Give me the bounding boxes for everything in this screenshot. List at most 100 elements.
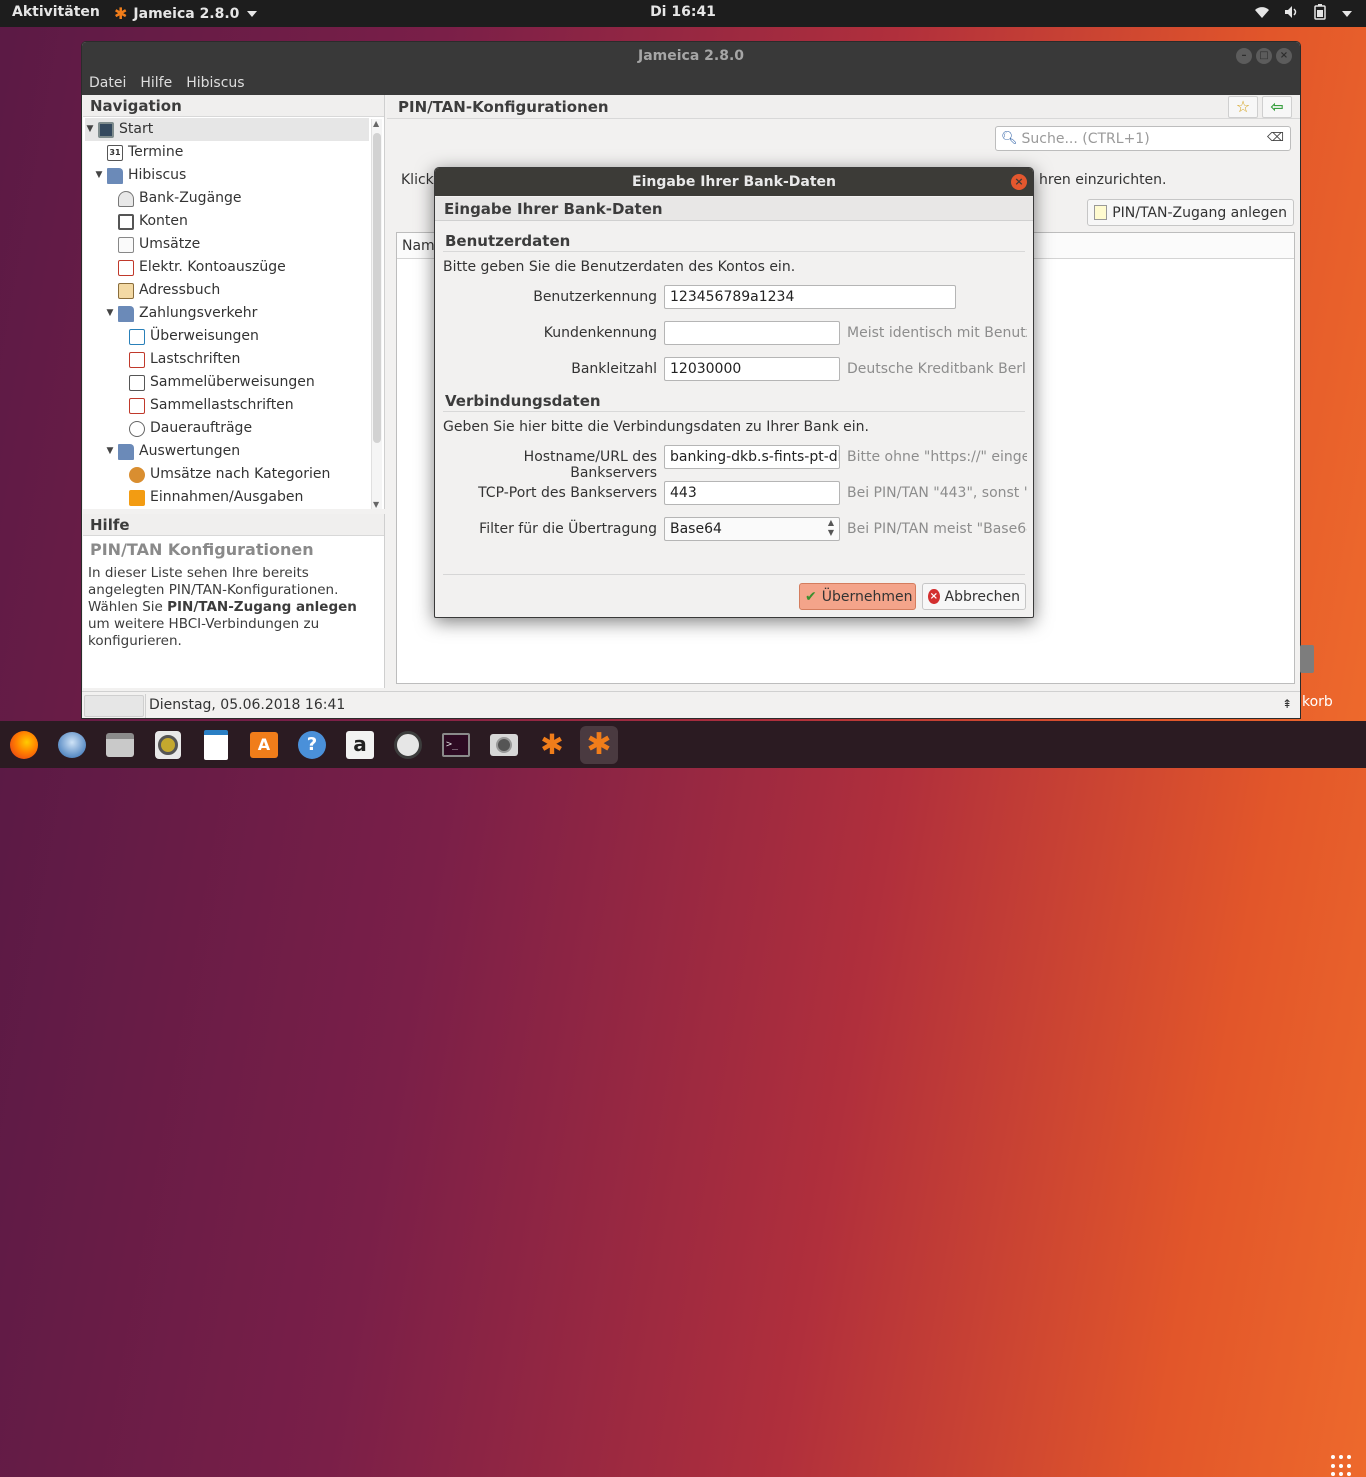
select-arrows-icon: ▲ ▼ xyxy=(827,518,834,537)
dock-software-store[interactable]: A xyxy=(245,726,283,764)
dialog-close-icon[interactable]: × xyxy=(1011,174,1027,190)
expander-icon[interactable]: ▼ xyxy=(94,164,104,187)
close-icon[interactable]: × xyxy=(1276,48,1292,64)
trash-icon[interactable] xyxy=(1298,645,1316,685)
section-title-user: Benutzerdaten xyxy=(445,232,571,250)
minimize-icon[interactable]: – xyxy=(1236,48,1252,64)
sidebar-item-konten[interactable]: Konten xyxy=(118,210,369,233)
hint-blz: Deutsche Kreditbank Berlin xyxy=(847,361,1027,377)
host-input[interactable]: banking-dkb.s-fints-pt-dkb xyxy=(664,445,840,469)
dock-firefox[interactable] xyxy=(5,726,43,764)
activities-button[interactable]: Aktivitäten xyxy=(12,4,100,20)
sidebar-item-label: Überweisungen xyxy=(150,328,259,344)
port-input[interactable]: 443 xyxy=(664,481,840,505)
sidebar-item-label: Start xyxy=(119,121,154,137)
scroll-up-icon[interactable]: ▲ xyxy=(373,119,379,128)
sidebar-item-label: Konten xyxy=(139,213,188,229)
battery-icon xyxy=(1314,4,1326,24)
search-icon: 🔍︎ xyxy=(1001,131,1018,146)
sidebar-item-hibiscus[interactable]: ▼ Hibiscus xyxy=(94,164,369,187)
cancel-button-label: Abbrechen xyxy=(944,588,1020,605)
bookmark-star-icon[interactable]: ☆ xyxy=(1228,96,1258,118)
help-text-part: um weitere HBCI-Verbindungen zu konfigur… xyxy=(88,616,320,649)
folder-icon xyxy=(118,443,134,460)
sidebar-item-zahlungsverkehr[interactable]: ▼ Zahlungsverkehr xyxy=(105,302,369,325)
scroll-down-icon[interactable]: ▼ xyxy=(373,500,379,509)
menu-hilfe[interactable]: Hilfe xyxy=(140,75,172,91)
back-arrow-icon[interactable]: ⇦ xyxy=(1262,96,1292,118)
dock-disc[interactable] xyxy=(149,726,187,764)
apply-button[interactable]: ✔ Übernehmen xyxy=(799,583,916,610)
income-expense-icon xyxy=(129,489,145,506)
expander-icon[interactable]: ▼ xyxy=(85,118,95,141)
sidebar-item-daueraufträge[interactable]: Daueraufträge xyxy=(129,417,369,440)
sidebar-item-sammellastschriften[interactable]: Sammellastschriften xyxy=(129,394,369,417)
dialog-titlebar[interactable]: Eingabe Ihrer Bank-Daten xyxy=(435,168,1033,196)
dock-terminal[interactable]: >_ xyxy=(437,726,475,764)
clear-search-icon[interactable]: ⌫ xyxy=(1267,130,1284,144)
sidebar-item-termine[interactable]: 31 Termine xyxy=(107,141,369,164)
folder-icon xyxy=(107,167,123,184)
sidebar-item-umsätze[interactable]: Umsätze xyxy=(118,233,369,256)
writer-icon xyxy=(204,730,228,760)
system-tray[interactable] xyxy=(1254,4,1352,24)
dock-writer[interactable] xyxy=(197,726,235,764)
app-menu[interactable]: ✱ Jameica 2.8.0 xyxy=(114,4,258,23)
window-titlebar[interactable]: Jameica 2.8.0 – □ × xyxy=(82,42,1300,70)
sidebar-item-label: Auswertungen xyxy=(139,443,241,459)
cancel-button[interactable]: × Abbrechen xyxy=(922,583,1026,610)
apply-button-label: Übernehmen xyxy=(821,588,913,605)
sidebar-item-einnahmen-ausgaben[interactable]: Einnahmen/Ausgaben xyxy=(129,486,369,509)
disc-icon xyxy=(155,731,181,759)
hint-filter: Bei PIN/TAN meist "Base64 xyxy=(847,521,1027,537)
dock-jameica[interactable]: ✱ xyxy=(533,726,571,764)
sidebar-item-elektr-kontoauszüge[interactable]: Elektr. Kontoauszüge xyxy=(118,256,369,279)
scrollbar-thumb[interactable] xyxy=(373,133,381,443)
sidebar-item-label: Bank-Zugänge xyxy=(139,190,242,206)
filter-select[interactable]: Base64 ▲ ▼ xyxy=(664,517,840,541)
sidebar-item-sammelüberweisungen[interactable]: Sammelüberweisungen xyxy=(129,371,369,394)
wifi-icon xyxy=(1254,5,1270,23)
trash-label[interactable]: korb xyxy=(1302,694,1333,710)
customer-id-input[interactable] xyxy=(664,321,840,345)
user-id-input[interactable]: 123456789a1234 xyxy=(664,285,956,309)
sidebar-item-start[interactable]: ▼ Start xyxy=(85,118,369,141)
show-applications-icon[interactable] xyxy=(1331,1455,1353,1477)
expander-icon[interactable]: ▼ xyxy=(105,302,115,325)
dock-camera[interactable] xyxy=(485,726,523,764)
statusbar-expand-icon[interactable]: ⇞ xyxy=(1282,697,1292,711)
section-desc-conn: Geben Sie hier bitte die Verbindungsdate… xyxy=(443,419,869,435)
section-divider xyxy=(443,251,1025,252)
dock-amazon[interactable]: a xyxy=(341,726,379,764)
dock-thunderbird[interactable] xyxy=(53,726,91,764)
blz-input[interactable]: 12030000 xyxy=(664,357,840,381)
volume-icon xyxy=(1284,5,1300,23)
sidebar-item-label: Umsätze nach Kategorien xyxy=(150,466,331,482)
dock-updater[interactable] xyxy=(389,726,427,764)
search-input[interactable]: 🔍︎ Suche... (CTRL+1) ⌫ xyxy=(995,126,1291,151)
dock-help[interactable]: ? xyxy=(293,726,331,764)
pie-chart-icon xyxy=(129,466,145,483)
sidebar-item-adressbuch[interactable]: Adressbuch xyxy=(118,279,369,302)
sidebar-item-lastschriften[interactable]: Lastschriften xyxy=(129,348,369,371)
sidebar-item-auswertungen[interactable]: ▼ Auswertungen xyxy=(105,440,369,463)
dock-jameica-active[interactable]: ✱ xyxy=(580,726,618,764)
content-title: PIN/TAN-Konfigurationen xyxy=(387,95,1300,119)
addressbook-icon xyxy=(118,282,134,299)
folder-icon xyxy=(118,305,134,322)
chevron-down-icon xyxy=(1342,11,1352,17)
create-pintan-button[interactable]: PIN/TAN-Zugang anlegen xyxy=(1087,199,1294,226)
menu-datei[interactable]: Datei xyxy=(89,75,126,91)
expander-icon[interactable]: ▼ xyxy=(105,440,115,463)
menu-hibiscus[interactable]: Hibiscus xyxy=(186,75,244,91)
dock-files[interactable] xyxy=(101,726,139,764)
create-pintan-label: PIN/TAN-Zugang anlegen xyxy=(1112,204,1287,221)
sidebar-item-umsätze-nach-kategorien[interactable]: Umsätze nach Kategorien xyxy=(129,463,369,486)
clock[interactable]: Di 16:41 xyxy=(650,4,716,20)
sidebar-item-label: Elektr. Kontoauszüge xyxy=(139,259,286,275)
maximize-icon[interactable]: □ xyxy=(1256,48,1272,64)
sidebar-item-bank-zugänge[interactable]: Bank-Zugänge xyxy=(118,187,369,210)
sidebar-item-überweisungen[interactable]: Überweisungen xyxy=(129,325,369,348)
navigation-scrollbar[interactable]: ▲ ▼ xyxy=(371,119,382,509)
statusbar-text: Dienstag, 05.06.2018 16:41 xyxy=(149,697,346,713)
